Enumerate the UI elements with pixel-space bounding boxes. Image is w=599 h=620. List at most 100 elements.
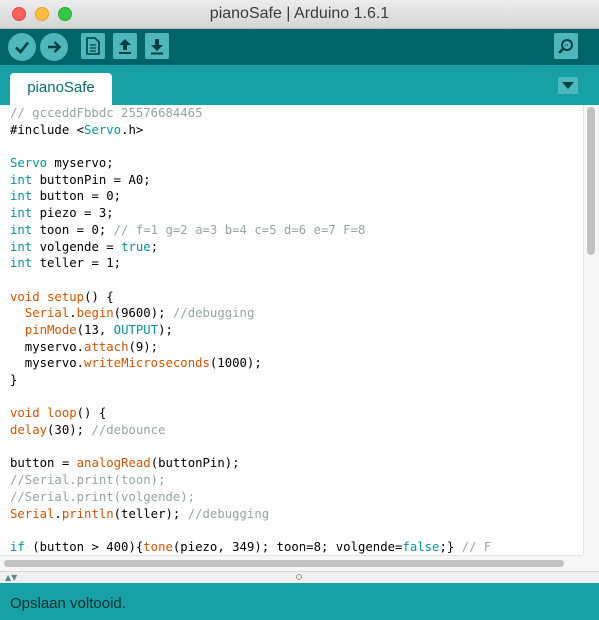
- code-token: myservo;: [47, 156, 114, 171]
- window-title: pianoSafe | Arduino 1.6.1: [209, 5, 390, 22]
- code-token: OUTPUT: [113, 322, 159, 337]
- code-token: void: [10, 289, 40, 304]
- code-line[interactable]: delay(30); //debounce: [10, 422, 491, 439]
- code-line[interactable]: pinMode(13, OUTPUT);: [10, 322, 491, 339]
- code-token: (buttonPin);: [150, 456, 240, 471]
- horizontal-scrollbar[interactable]: [0, 555, 583, 571]
- code-line[interactable]: if (button > 400){tone(piezo, 349); toon…: [10, 539, 491, 555]
- code-line[interactable]: //Serial.print(toon);: [10, 472, 491, 489]
- code-line[interactable]: //Serial.print(volgende);: [10, 489, 491, 506]
- code-line[interactable]: Serial.begin(9600); //debugging: [10, 305, 491, 322]
- scroll-corner: [583, 555, 599, 571]
- code-line[interactable]: // gcceddFbbdc 25576684465: [10, 105, 491, 122]
- code-token: myservo.: [10, 356, 85, 371]
- code-token: }: [10, 373, 18, 387]
- code-line[interactable]: [10, 439, 491, 456]
- code-line[interactable]: button = analogRead(buttonPin);: [10, 455, 491, 472]
- code-token: begin: [76, 306, 114, 321]
- code-line[interactable]: void setup() {: [10, 289, 491, 306]
- code-token: if: [10, 539, 25, 554]
- code-token: piezo = 3;: [32, 206, 114, 221]
- code-token: button = 0;: [32, 189, 122, 204]
- status-bar: Opslaan voltooid.: [0, 583, 599, 620]
- code-token: );: [158, 322, 173, 337]
- code-token: // f=1 g=2 a=3 b=4 c=5 d=6 e=7 F=8: [113, 222, 366, 237]
- code-token: int: [10, 222, 33, 237]
- code-line[interactable]: int toon = 0; // f=1 g=2 a=3 b=4 c=5 d=6…: [10, 222, 491, 239]
- tab-strip: pianoSafe: [0, 65, 599, 105]
- code-token: //Serial.print(volgende);: [10, 489, 196, 504]
- vertical-scrollbar[interactable]: [583, 105, 599, 555]
- code-token: int: [10, 189, 33, 204]
- code-token: #include <: [10, 122, 85, 137]
- horizontal-scroll-thumb[interactable]: [4, 560, 564, 567]
- code-token: analogRead: [76, 456, 151, 471]
- code-text[interactable]: // gcceddFbbdc 25576684465 #include <Serv…: [10, 105, 491, 555]
- code-token: pinMode: [24, 322, 77, 337]
- code-line[interactable]: Serial.println(teller); //debugging: [10, 506, 491, 523]
- verify-button[interactable]: [8, 33, 36, 61]
- code-token: true: [121, 239, 151, 254]
- code-token: //debounce: [91, 423, 166, 438]
- splitter-handle-icon[interactable]: [296, 574, 302, 580]
- tab-pianosafe[interactable]: pianoSafe: [10, 73, 112, 105]
- new-sketch-button[interactable]: [81, 33, 105, 59]
- code-line[interactable]: int teller = 1;: [10, 255, 491, 272]
- code-token: () {: [76, 406, 107, 421]
- code-line[interactable]: int piezo = 3;: [10, 205, 491, 222]
- code-token: Servo: [10, 156, 48, 171]
- tab-menu-button[interactable]: [558, 77, 578, 94]
- code-line[interactable]: int volgende = true;: [10, 239, 491, 256]
- code-line[interactable]: void loop() {: [10, 405, 491, 422]
- code-line[interactable]: int button = 0;: [10, 188, 491, 205]
- code-token: // F: [461, 539, 492, 554]
- code-token: println: [61, 506, 114, 521]
- code-line[interactable]: Servo myservo;: [10, 155, 491, 172]
- code-line[interactable]: int buttonPin = A0;: [10, 172, 491, 189]
- code-line[interactable]: myservo.writeMicroseconds(1000);: [10, 355, 491, 372]
- code-token: teller = 1;: [32, 256, 122, 271]
- title-bar: pianoSafe | Arduino 1.6.1: [0, 0, 599, 29]
- upload-button[interactable]: [40, 33, 68, 61]
- code-line[interactable]: }: [10, 372, 491, 389]
- code-token: setup: [47, 289, 85, 304]
- toolbar: [0, 29, 599, 65]
- code-token: .h>: [121, 122, 144, 137]
- code-editor[interactable]: // gcceddFbbdc 25576684465 #include <Serv…: [0, 105, 583, 555]
- code-token: (piezo, 349); toon=8; volgende=: [172, 539, 403, 554]
- console-splitter[interactable]: ▲▼: [0, 571, 599, 583]
- collapse-arrows-icon[interactable]: ▲▼: [5, 573, 17, 582]
- code-line[interactable]: myservo.attach(9);: [10, 339, 491, 356]
- code-token: ;: [150, 239, 159, 254]
- code-line[interactable]: [10, 389, 491, 406]
- code-token: writeMicroseconds: [84, 356, 210, 371]
- code-token: button =: [10, 456, 77, 471]
- code-token: //debugging: [172, 306, 255, 321]
- code-token: //Serial.print(toon);: [10, 473, 166, 488]
- code-token: (button > 400){: [24, 539, 144, 554]
- save-sketch-button[interactable]: [145, 33, 169, 59]
- code-token: int: [10, 239, 33, 254]
- code-line[interactable]: [10, 522, 491, 539]
- chevron-down-icon: [562, 81, 574, 89]
- code-line[interactable]: #include <Servo.h>: [10, 122, 491, 139]
- checkmark-icon: [15, 41, 30, 54]
- status-message: Opslaan voltooid.: [10, 595, 126, 612]
- code-token: .: [69, 306, 77, 321]
- code-token: volgende =: [32, 239, 122, 254]
- open-sketch-button[interactable]: [113, 33, 137, 59]
- code-token: int: [10, 206, 33, 221]
- new-file-icon: [86, 37, 100, 55]
- code-token: .: [54, 506, 62, 521]
- code-line[interactable]: [10, 138, 491, 155]
- code-line[interactable]: [10, 272, 491, 289]
- code-token: toon = 0;: [32, 222, 114, 237]
- code-token: attach: [84, 339, 129, 354]
- serial-monitor-button[interactable]: [554, 33, 578, 59]
- vertical-scroll-thumb[interactable]: [587, 107, 595, 255]
- code-token: false: [402, 539, 440, 554]
- code-token: Serial: [10, 506, 55, 521]
